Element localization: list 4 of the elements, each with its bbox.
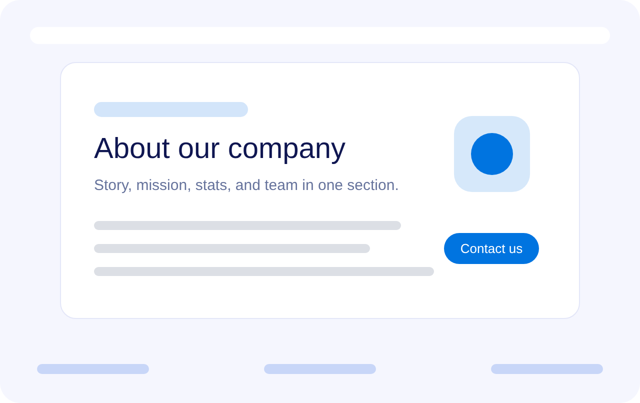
contact-button[interactable]: Contact us (444, 233, 539, 264)
section-subtitle: Story, mission, stats, and team in one section. (94, 177, 400, 195)
circle-icon (470, 133, 512, 175)
section-title: About our company (94, 132, 346, 166)
